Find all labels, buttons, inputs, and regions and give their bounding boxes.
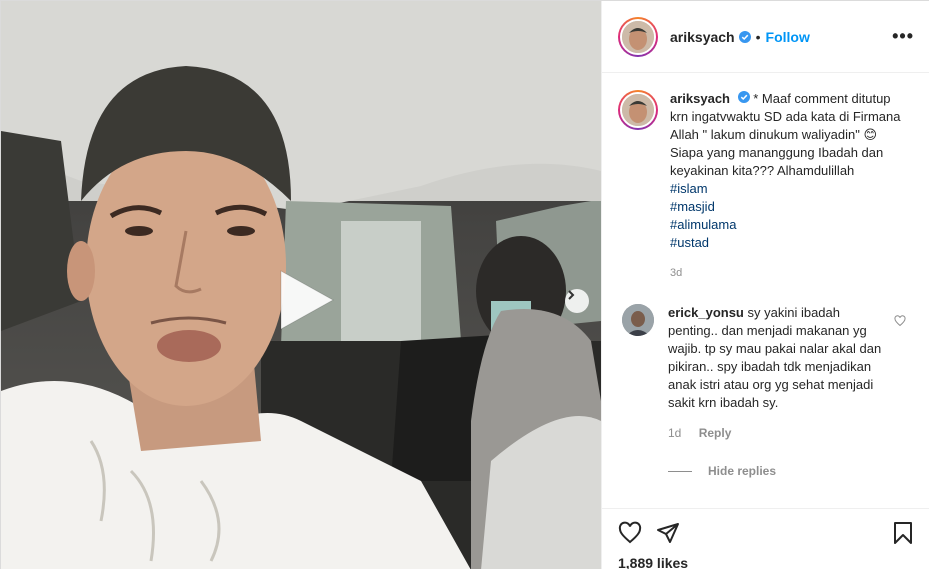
author-avatar-image	[622, 20, 654, 53]
hashtag-link[interactable]: #masjid	[670, 198, 910, 216]
caption: ariksyach * Maaf comment ditutup krn ing…	[618, 90, 914, 282]
separator-dot: •	[755, 28, 761, 45]
paper-plane-icon[interactable]	[656, 521, 680, 545]
chevron-right-icon	[568, 290, 575, 300]
hide-replies-button[interactable]: Hide replies	[668, 464, 914, 478]
play-icon	[280, 270, 335, 330]
likes-count[interactable]: 1,889 likes	[618, 555, 914, 569]
post-video[interactable]	[1, 1, 601, 569]
verified-badge-icon	[737, 91, 750, 103]
verified-badge-icon	[738, 30, 751, 43]
caption-username[interactable]: ariksyach	[670, 91, 730, 106]
follow-button[interactable]: Follow	[766, 29, 810, 45]
hashtag-link[interactable]: #islam	[670, 180, 910, 198]
commenter-avatar[interactable]	[622, 304, 654, 336]
instagram-post: ariksyach • Follow ••• ariksyach * Maaf …	[0, 0, 929, 569]
next-media-button[interactable]	[565, 289, 589, 313]
heart-icon[interactable]	[618, 521, 642, 545]
hide-replies-line	[668, 470, 692, 472]
post-sidebar: ariksyach • Follow ••• ariksyach * Maaf …	[601, 1, 929, 569]
post-actions: 1,889 likes	[602, 508, 929, 569]
play-button[interactable]	[271, 267, 337, 333]
comment-meta: 1d Reply	[668, 424, 888, 442]
comment-item: erick_yonsu sy yakini ibadah penting.. d…	[618, 304, 914, 442]
caption-timestamp[interactable]: 3d	[670, 264, 910, 282]
caption-text: ariksyach * Maaf comment ditutup krn ing…	[670, 90, 910, 282]
comment-timestamp[interactable]: 1d	[668, 426, 681, 440]
caption-avatar-image	[622, 94, 654, 126]
author-username[interactable]: ariksyach	[670, 29, 735, 45]
hide-replies-label: Hide replies	[708, 464, 777, 478]
comments-section[interactable]: ariksyach * Maaf comment ditutup krn ing…	[602, 74, 929, 504]
bookmark-icon[interactable]	[892, 521, 914, 545]
author-avatar[interactable]	[618, 16, 658, 57]
commenter-username[interactable]: erick_yonsu	[668, 305, 744, 320]
comment-like-heart-icon[interactable]	[894, 314, 906, 332]
hashtag-link[interactable]: #alimulama	[670, 216, 910, 234]
comment-body: erick_yonsu sy yakini ibadah penting.. d…	[668, 304, 888, 442]
more-options-icon[interactable]: •••	[892, 26, 914, 47]
caption-text-2: Siapa yang mananggung Ibadah dan keyakin…	[670, 145, 884, 178]
commenter-avatar-image	[622, 304, 654, 336]
caption-avatar[interactable]	[618, 90, 658, 130]
comment-text: sy yakini ibadah penting.. dan menjadi m…	[668, 305, 882, 410]
hashtag-link[interactable]: #ustad	[670, 234, 910, 252]
smile-emoji-icon: 😊	[863, 127, 878, 142]
post-header: ariksyach • Follow •••	[602, 1, 929, 73]
reply-button[interactable]: Reply	[699, 426, 732, 440]
